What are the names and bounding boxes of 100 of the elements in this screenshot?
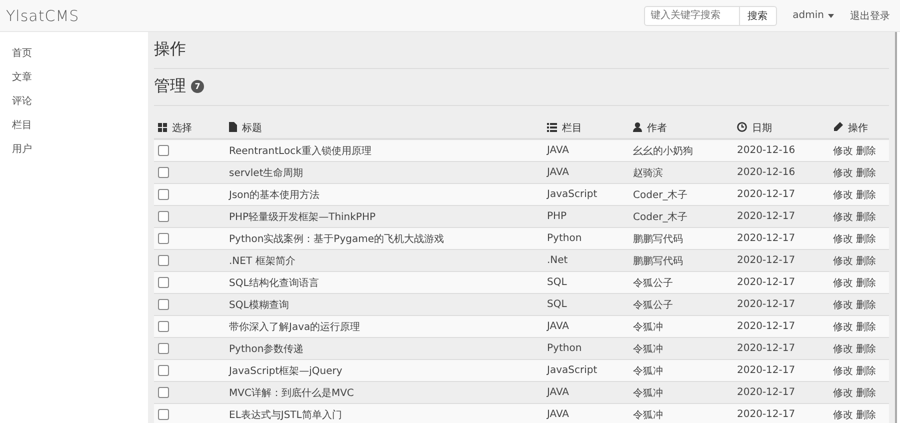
table-cell: JAVA [547,167,570,178]
table-cell: 幺幺的小奶狗 [633,146,693,156]
table-cell: 2020-12-17 [737,299,796,310]
edit-link[interactable]: 修改 [833,344,853,354]
table-cell: JavaScript [547,365,598,376]
table-cell: 令狐冲 [633,366,663,376]
table-cell: 2020-12-17 [737,409,796,420]
delete-link[interactable]: 删除 [856,388,876,398]
table-cell: Python实战案例：基于Pygame的飞机大战游戏 [229,234,444,244]
sidebar-item[interactable]: 文章 [0,70,148,94]
page-title: 操作 [154,39,186,58]
table-cell: JavaScript [547,189,598,200]
brand-logo[interactable]: YlsatCMS [6,6,80,24]
row-checkbox[interactable] [158,254,169,266]
table-cell: SQL模糊查询 [229,300,289,310]
edit-link[interactable]: 修改 [833,190,853,200]
row-checkbox[interactable] [158,232,169,244]
sidebar-item[interactable]: 用户 [0,142,148,166]
delete-link[interactable]: 删除 [856,344,876,354]
table-cell: 2020-12-17 [737,233,796,244]
table-cell: .Net [547,255,568,266]
delete-link[interactable]: 删除 [856,190,876,200]
row-checkbox[interactable] [158,364,169,376]
edit-link[interactable]: 修改 [833,322,853,332]
delete-link[interactable]: 删除 [856,168,876,178]
table-cell: ReentrantLock重入锁使用原理 [229,146,372,156]
row-checkbox[interactable] [158,298,169,310]
table-cell: PHP轻量级开发框架—ThinkPHP [229,212,376,222]
file-icon [229,122,237,132]
delete-link[interactable]: 删除 [856,366,876,376]
table-cell: Python参数传递 [229,344,304,354]
table-cell: SQL结构化查询语言 [229,278,319,288]
delete-link[interactable]: 删除 [856,322,876,332]
edit-link[interactable]: 修改 [833,366,853,376]
table-cell: JAVA [547,409,570,420]
row-checkbox[interactable] [158,210,169,222]
list-icon [547,123,557,132]
delete-link[interactable]: 删除 [856,256,876,266]
edit-link[interactable]: 修改 [833,256,853,266]
delete-link[interactable]: 删除 [856,234,876,244]
table-cell: 2020-12-17 [737,365,796,376]
row-checkbox[interactable] [158,276,169,288]
table-cell: EL表达式与JSTL简单入门 [229,410,342,420]
row-checkbox[interactable] [158,320,169,332]
edit-link[interactable]: 修改 [833,300,853,310]
edit-link[interactable]: 修改 [833,168,853,178]
search-button[interactable]: 搜索 [740,6,777,26]
user-icon [633,122,642,132]
row-checkbox[interactable] [158,144,169,156]
table-cell: 2020-12-17 [737,189,796,200]
table-cell: 2020-12-17 [737,277,796,288]
sidebar-item[interactable]: 栏目 [0,118,148,142]
user-menu[interactable]: admin [786,10,840,21]
delete-link[interactable]: 删除 [856,300,876,310]
table-cell: 令狐冲 [633,388,663,398]
table-cell: 令狐冲 [633,344,663,354]
clock-icon [737,122,747,132]
sidebar-item[interactable]: 评论 [0,94,148,118]
edit-link[interactable]: 修改 [833,410,853,420]
table-cell: JavaScript框架—jQuery [229,366,342,376]
table-cell: 令狐冲 [633,322,663,332]
table-cell: 鹏鹏写代码 [633,234,683,244]
table-cell: 令狐冲 [633,410,663,420]
delete-link[interactable]: 删除 [856,146,876,156]
search-field[interactable]: 键入关键字搜索 [644,6,740,26]
logout-link[interactable]: 退出登录 [850,8,890,22]
table-cell: 带你深入了解Java的运行原理 [229,322,360,332]
row-checkbox[interactable] [158,342,169,354]
table-cell: 令狐公子 [633,278,673,288]
table-cell: JAVA [547,145,570,156]
edit-link[interactable]: 修改 [833,146,853,156]
row-checkbox[interactable] [158,408,169,420]
table-cell: Python [547,343,582,354]
delete-link[interactable]: 删除 [856,278,876,288]
table-cell: JAVA [547,321,570,332]
table-cell: 2020-12-17 [737,343,796,354]
table-cell: Json的基本使用方法 [229,190,320,200]
delete-link[interactable]: 删除 [856,410,876,420]
table-cell: Coder_木子 [633,190,688,200]
row-checkbox[interactable] [158,166,169,178]
edit-link[interactable]: 修改 [833,388,853,398]
table-cell: 2020-12-16 [737,167,796,178]
table-cell: 鹏鹏写代码 [633,256,683,266]
sidebar-item[interactable]: 首页 [0,46,148,70]
row-checkbox[interactable] [158,386,169,398]
table-cell: 2020-12-17 [737,211,796,222]
edit-link[interactable]: 修改 [833,234,853,244]
table-cell: Python [547,233,582,244]
edit-link[interactable]: 修改 [833,278,853,288]
pencil-icon [833,122,843,132]
table-cell: Coder_木子 [633,212,688,222]
row-checkbox[interactable] [158,188,169,200]
table-cell: SQL [547,277,567,288]
table-cell: PHP [547,211,567,222]
table-cell: servlet生命周期 [229,168,304,178]
edit-link[interactable]: 修改 [833,212,853,222]
table-cell: 2020-12-16 [737,145,796,156]
table-cell: .NET 框架简介 [229,256,296,266]
delete-link[interactable]: 删除 [856,212,876,222]
section-title: 管理 [154,76,186,97]
